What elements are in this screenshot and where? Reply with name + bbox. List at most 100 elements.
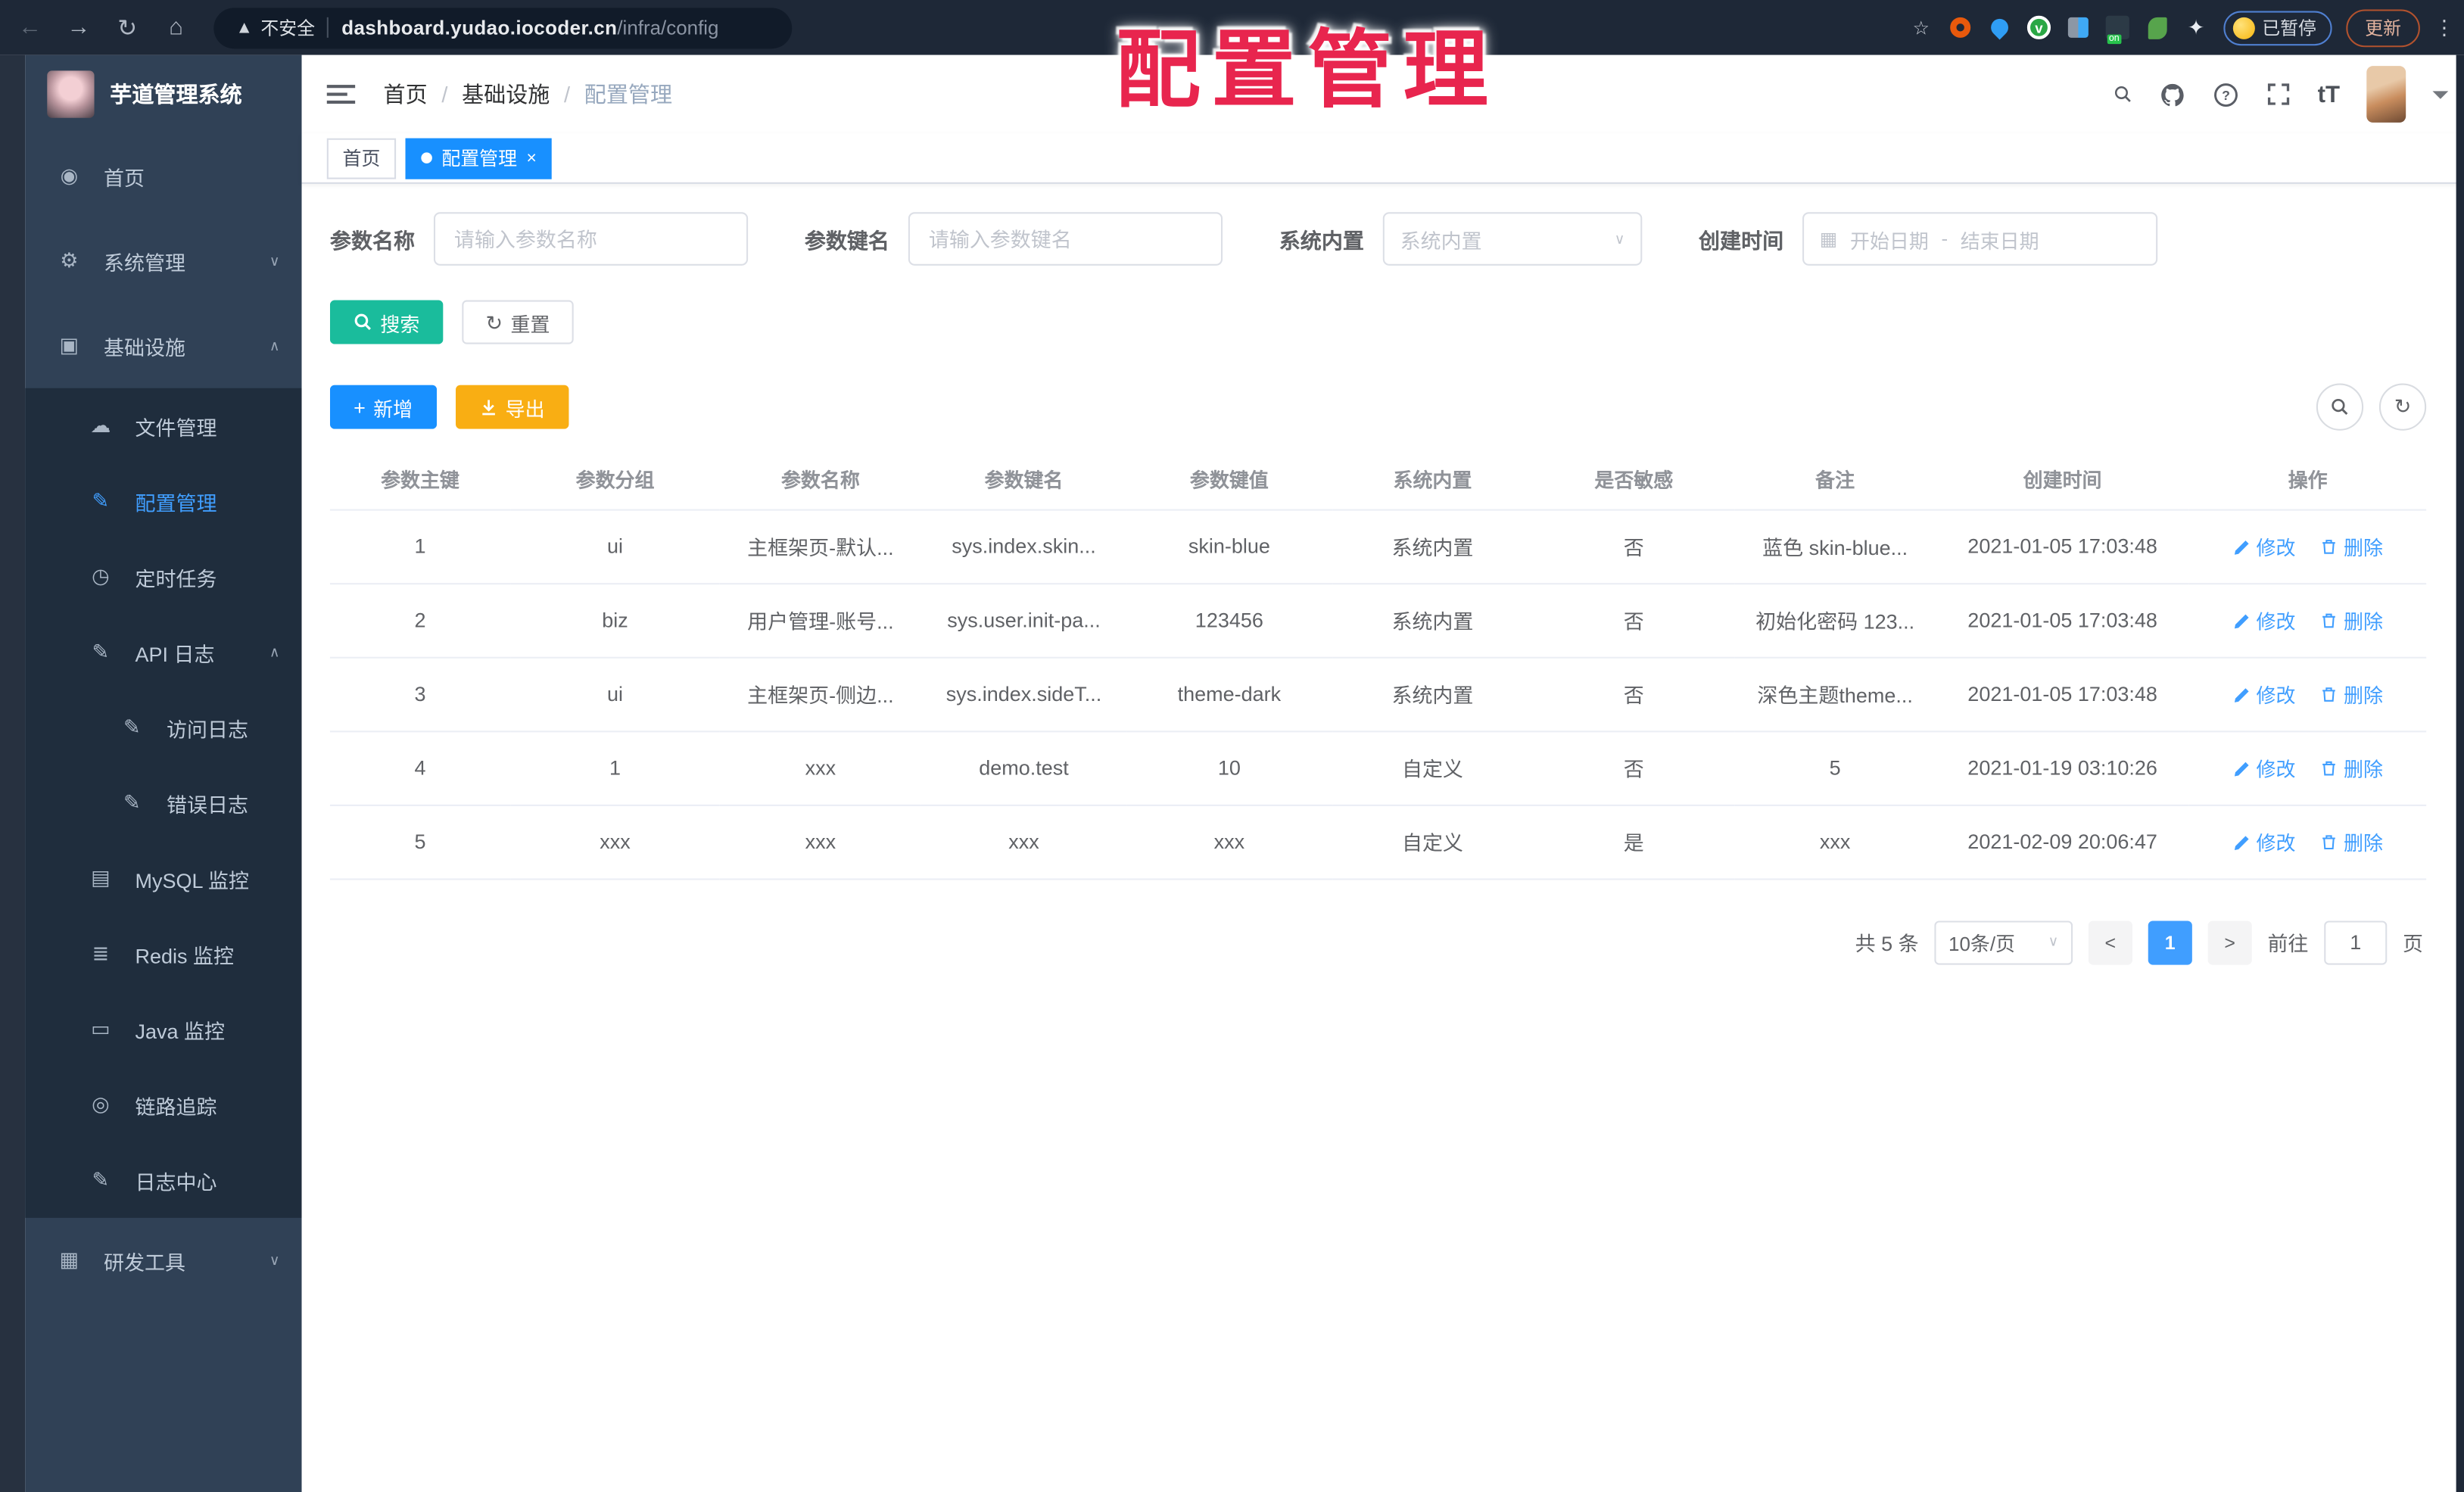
sidebar-item-trace[interactable]: ◎ 链路追踪: [25, 1067, 301, 1143]
builtin-label: 系统内置: [1279, 229, 1364, 254]
browser-menu-icon[interactable]: ⋮: [2434, 15, 2455, 40]
bookmark-star-icon[interactable]: ☆: [1908, 15, 1933, 40]
delete-link[interactable]: 删除: [2320, 827, 2383, 856]
reload-icon[interactable]: ↻: [110, 14, 145, 42]
builtin-select[interactable]: 系统内置 ∨: [1382, 212, 1643, 266]
app-title: 芋道管理系统: [110, 81, 242, 107]
goto-label: 前往: [2267, 932, 2309, 956]
next-page-button[interactable]: >: [2207, 920, 2252, 964]
search-button[interactable]: 搜索: [329, 300, 444, 344]
sidebar-item-java-monitor[interactable]: ▭ Java 监控: [25, 992, 301, 1067]
toggle-search-button[interactable]: [2316, 383, 2364, 431]
app-logo[interactable]: 芋道管理系统: [25, 55, 301, 134]
delete-link[interactable]: 删除: [2320, 752, 2383, 782]
sidebar-item-home[interactable]: ◉ 首页: [25, 133, 301, 218]
sidebar-item-error-logs[interactable]: ✎ 错误日志: [25, 765, 301, 841]
screenshot-stage: 配置管理 ← → ↻ ⌂ ▲ 不安全 dashboard.yudao.iocod…: [0, 0, 2464, 1492]
sidebar-submenu-infrastructure: ☁ 文件管理 ✎ 配置管理 ◷ 定时任务 ✎ API 日志 ∧ ✎ 访问日志 ✎…: [25, 388, 302, 1218]
sidebar-item-system-management[interactable]: ⚙ 系统管理 ∨: [25, 219, 301, 304]
help-icon[interactable]: ?: [2212, 81, 2238, 107]
url-divider: [327, 17, 329, 38]
sidebar-item-file-management[interactable]: ☁ 文件管理: [25, 388, 301, 464]
edit-link[interactable]: 修改: [2232, 752, 2295, 782]
chevron-down-icon: ∨: [2048, 933, 2059, 949]
extension-on-badge-icon[interactable]: [2105, 15, 2130, 45]
delete-link[interactable]: 删除: [2320, 531, 2383, 561]
avatar-caret-icon[interactable]: [2432, 90, 2449, 106]
timer-icon: ◷: [92, 564, 110, 588]
back-icon[interactable]: ←: [13, 14, 48, 41]
sidebar-item-log-center[interactable]: ✎ 日志中心: [25, 1142, 301, 1218]
delete-link[interactable]: 删除: [2320, 679, 2383, 709]
sidebar-edge-strip: [0, 55, 26, 1492]
delete-link[interactable]: 删除: [2320, 605, 2383, 634]
browser-update-button[interactable]: 更新: [2346, 8, 2420, 47]
breadcrumb-infrastructure[interactable]: 基础设施: [462, 79, 550, 111]
extension-orange-icon[interactable]: [1948, 15, 1973, 40]
extension-green-check-icon[interactable]: v: [2026, 15, 2051, 40]
date-range-separator: -: [1941, 228, 1948, 251]
close-tag-icon[interactable]: ×: [526, 148, 536, 167]
user-avatar[interactable]: [2366, 66, 2406, 123]
edit-link[interactable]: 修改: [2232, 605, 2295, 634]
tag-home[interactable]: 首页: [326, 137, 397, 179]
browser-scrollbar[interactable]: [2456, 55, 2464, 1492]
date-range-picker[interactable]: ▦ 开始日期 - 结束日期: [1802, 212, 2158, 266]
refresh-table-button[interactable]: ↻: [2378, 383, 2427, 431]
sidebar-item-api-logs[interactable]: ✎ API 日志 ∧: [25, 615, 301, 690]
start-date-placeholder: 开始日期: [1850, 230, 1929, 253]
page-1-button[interactable]: 1: [2148, 920, 2192, 964]
extension-leaf-icon[interactable]: [2145, 15, 2170, 40]
prev-page-button[interactable]: <: [2088, 920, 2132, 964]
page-size-select[interactable]: 10条/页 ∨: [1934, 920, 2073, 964]
config-table: 参数主键 参数分组 参数名称 参数键名 参数键值 系统内置 是否敏感 备注 创建…: [329, 450, 2427, 880]
table-row: 4 1 xxx demo.test 10 自定义 否 5 2021-01-19 …: [329, 730, 2427, 805]
plus-icon: +: [354, 395, 366, 419]
profile-paused-chip[interactable]: 已暂停: [2223, 10, 2332, 45]
address-bar[interactable]: ▲ 不安全 dashboard.yudao.iocoder.cn /infra/…: [213, 7, 793, 48]
github-icon[interactable]: [2159, 81, 2185, 107]
extension-grid-icon[interactable]: [2066, 15, 2091, 40]
param-key-label: 参数键名: [804, 229, 889, 254]
breadcrumb-home[interactable]: 首页: [384, 79, 428, 111]
sidebar-item-mysql-monitor[interactable]: ▤ MySQL 监控: [25, 841, 301, 917]
fullscreen-icon[interactable]: [2266, 82, 2291, 107]
sidebar: 芋道管理系统 ◉ 首页 ⚙ 系统管理 ∨ ▣ 基础设施 ∧ ☁ 文件管理 ✎ 配…: [25, 55, 302, 1492]
reset-button[interactable]: ↻ 重置: [462, 300, 574, 344]
edit-link[interactable]: 修改: [2232, 827, 2295, 856]
tag-config-management[interactable]: 配置管理 ×: [405, 137, 553, 179]
url-host: dashboard.yudao.iocoder.cn: [341, 16, 618, 39]
sidebar-item-infrastructure[interactable]: ▣ 基础设施 ∧: [25, 304, 301, 388]
param-name-input[interactable]: [433, 212, 749, 266]
chevron-down-icon: ∨: [269, 252, 280, 268]
eye-icon: ◎: [92, 1092, 110, 1116]
param-key-input[interactable]: [908, 212, 1223, 266]
extension-pin-icon[interactable]: [1987, 15, 2012, 40]
edit-link[interactable]: 修改: [2232, 531, 2295, 561]
sidebar-item-config-management[interactable]: ✎ 配置管理: [25, 463, 301, 539]
search-icon[interactable]: [2114, 85, 2132, 104]
edit-link[interactable]: 修改: [2232, 679, 2295, 709]
sidebar-item-scheduled-tasks[interactable]: ◷ 定时任务: [25, 539, 301, 615]
export-button[interactable]: 导出: [455, 385, 568, 429]
page-title-watermark: 配置管理: [1115, 23, 1500, 118]
dashboard-icon: ◉: [60, 163, 79, 188]
create-time-label: 创建时间: [1699, 229, 1784, 254]
sidebar-item-redis-monitor[interactable]: ≣ Redis 监控: [25, 916, 301, 992]
hamburger-icon[interactable]: [326, 80, 356, 108]
add-button[interactable]: + 新增: [329, 385, 437, 429]
home-icon[interactable]: ⌂: [159, 14, 194, 41]
forward-icon[interactable]: →: [61, 14, 96, 41]
goto-page-input[interactable]: [2324, 920, 2388, 964]
breadcrumb-separator: /: [441, 81, 448, 107]
table-row: 5 xxx xxx xxx xxx 自定义 是 xxx 2021-02-09 2…: [329, 803, 2427, 880]
sidebar-item-dev-tools[interactable]: ▦ 研发工具 ∨: [25, 1218, 301, 1303]
font-size-icon[interactable]: tT: [2318, 81, 2340, 107]
search-form: 参数名称 参数键名 系统内置 系统内置 ∨ 创建时间 ▦ 开始日期 - 结束日期: [330, 212, 2426, 266]
log-icon: ✎: [92, 639, 110, 664]
extensions-puzzle-icon[interactable]: ✦: [2183, 15, 2208, 40]
sidebar-item-access-logs[interactable]: ✎ 访问日志: [25, 690, 301, 765]
log-center-icon: ✎: [92, 1167, 110, 1191]
refresh-icon: ↻: [2394, 394, 2412, 419]
not-secure-label: 不安全: [260, 19, 315, 39]
